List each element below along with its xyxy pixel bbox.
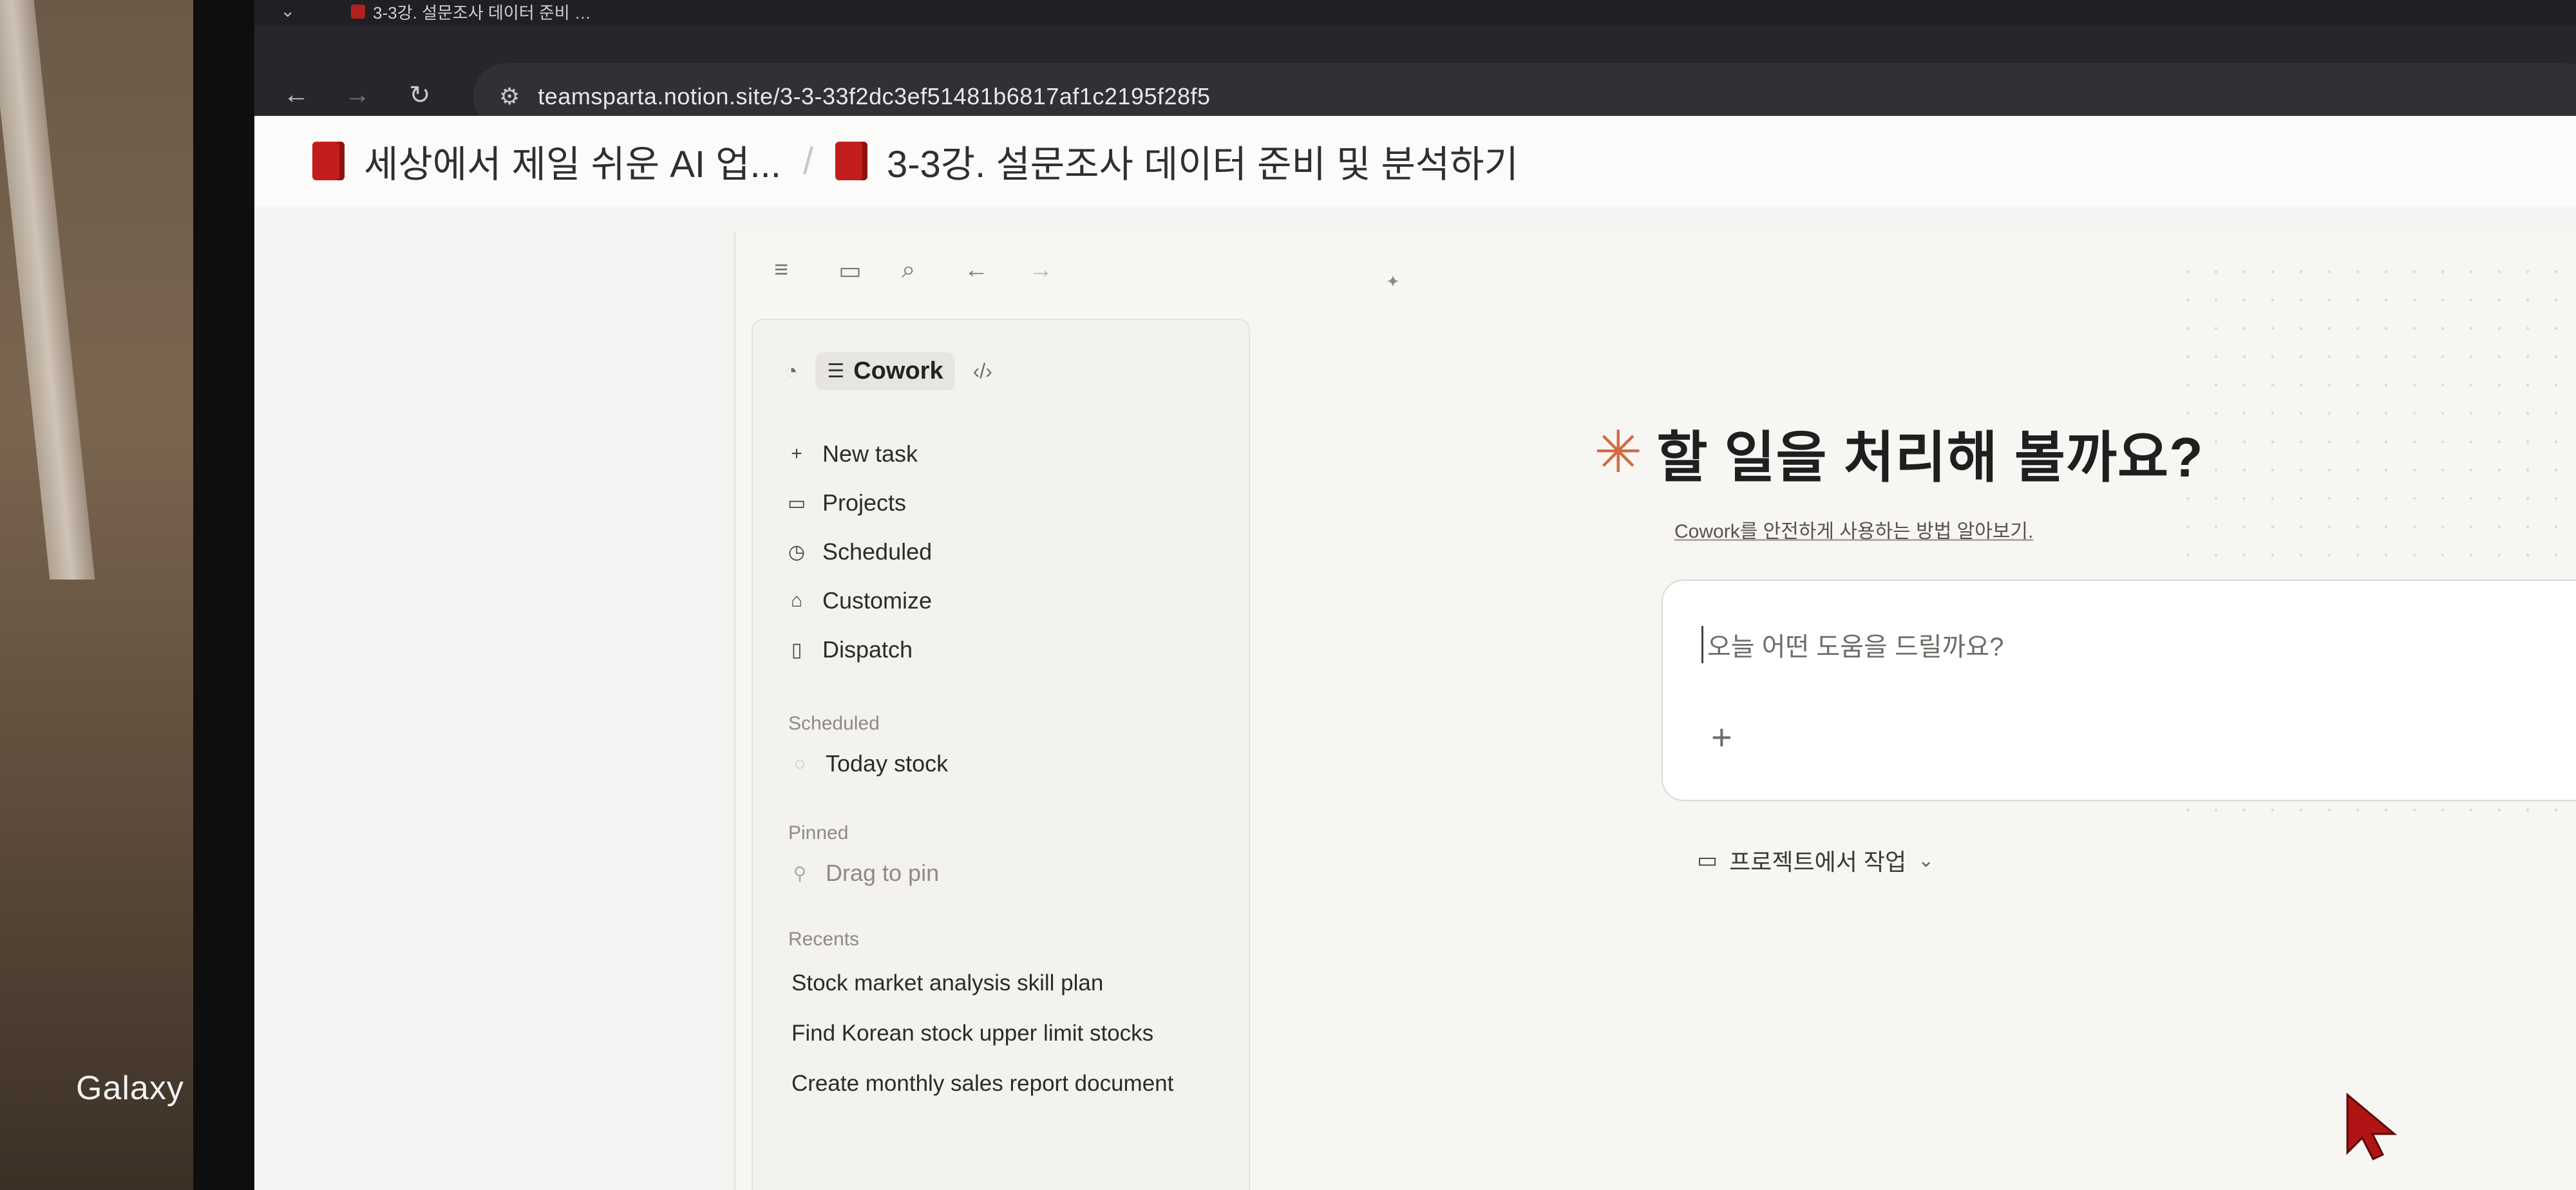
folder-icon: ▭ <box>1697 848 1718 873</box>
sidebar-item-label: New task <box>822 440 918 467</box>
breadcrumb-separator: / <box>802 140 813 182</box>
sidebar-item-scheduled[interactable]: ◷ Scheduled <box>785 527 932 576</box>
mode-switcher: ◔ ☰ Cowork ‹/› <box>785 352 992 390</box>
recent-item[interactable]: Stock market analysis skill plan <box>791 970 1103 996</box>
back-arrow-icon[interactable]: ← <box>964 256 989 284</box>
book-icon <box>835 142 867 180</box>
sidebar-item-label: Scheduled <box>822 538 933 565</box>
tune-icon[interactable]: ⚙ <box>499 83 520 110</box>
sidebar-item-label: Customize <box>822 587 933 614</box>
tab-title: 3-3강. 설문조사 데이터 준비 … <box>373 3 591 23</box>
background-object <box>0 0 95 580</box>
reload-icon[interactable]: ↻ <box>409 80 431 110</box>
cowork-mode-button[interactable]: ☰ Cowork <box>815 352 955 390</box>
recent-item[interactable]: Create monthly sales report document <box>791 1071 1173 1097</box>
search-icon[interactable]: ⌕ <box>902 256 915 284</box>
tab-list-chevron-icon[interactable]: ⌄ <box>280 0 295 21</box>
scheduled-item-label: Today stock <box>826 750 949 777</box>
folder-icon: ▭ <box>787 492 806 514</box>
page-title: 할 일을 처리해 볼까요? <box>1656 427 2204 489</box>
browser-tabstrip: ⌄ 3-3강. 설문조사 데이터 준비 … <box>254 0 2576 26</box>
checklist-icon: ☰ <box>827 361 845 382</box>
section-label-pinned: Pinned <box>788 822 849 844</box>
forward-arrow-icon[interactable]: → <box>345 80 370 109</box>
back-arrow-icon[interactable]: ← <box>283 80 309 109</box>
add-attachment-icon[interactable]: + <box>1711 716 1732 758</box>
pin-icon: ⚲ <box>793 863 807 883</box>
cowork-mode-label: Cowork <box>853 357 943 384</box>
project-selector-label: 프로젝트에서 작업 <box>1729 849 1907 875</box>
monitor-screen: ⌄ 3-3강. 설문조사 데이터 준비 … ← → ↻ ⚙ teamsparta… <box>254 0 2576 1190</box>
book-icon <box>312 142 345 180</box>
sidebar-item-label: Dispatch <box>822 636 913 663</box>
task-composer[interactable]: 오늘 어떤 도움을 드릴까요? + <box>1662 580 2576 801</box>
hamburger-menu-icon[interactable]: ≡ <box>774 256 788 284</box>
browser-toolbar: ← → ↻ ⚙ teamsparta.notion.site/3-3-33f2d… <box>254 26 2576 130</box>
briefcase-icon: ⌂ <box>790 590 803 611</box>
pinned-placeholder-label: Drag to pin <box>826 860 940 886</box>
sidebar-item-projects[interactable]: ▭ Projects <box>785 478 932 527</box>
address-url[interactable]: teamsparta.notion.site/3-3-33f2dc3ef5148… <box>538 83 1210 110</box>
section-label-scheduled: Scheduled <box>788 713 880 734</box>
breadcrumb-current[interactable]: 3-3강. 설문조사 데이터 준비 및 분석하기 <box>835 134 1519 188</box>
phone-icon: ▯ <box>791 639 802 661</box>
sidebar-item-dispatch[interactable]: ▯ Dispatch <box>785 625 932 674</box>
chat-icon[interactable]: ◔ <box>785 359 797 383</box>
composer-input[interactable]: 오늘 어떤 도움을 드릴까요? <box>1701 626 2003 663</box>
mouse-cursor-icon <box>2344 1091 2402 1166</box>
scheduled-item[interactable]: ◌ Today stock <box>788 750 948 777</box>
sidebar-menu: + New task ▭ Projects ◷ Scheduled ⌂ Cust… <box>785 430 932 674</box>
hero-heading: ✳ 할 일을 처리해 볼까요? <box>1594 412 2204 493</box>
sidebar-item-label: Projects <box>822 489 907 516</box>
breadcrumb-parent[interactable]: 세상에서 제일 쉬운 AI 업... <box>312 134 781 188</box>
tab-favicon-icon <box>351 5 365 19</box>
notion-topbar: 세상에서 제일 쉬운 AI 업... / 3-3강. 설문조사 데이터 준비 및… <box>254 116 2576 207</box>
sidebar-item-new-task[interactable]: + New task <box>785 430 932 478</box>
breadcrumb-current-label: 3-3강. 설문조사 데이터 준비 및 분석하기 <box>886 144 1519 185</box>
chevron-down-icon: ⌄ <box>1918 849 1935 871</box>
code-icon[interactable]: ‹/› <box>973 359 992 383</box>
browser-tab[interactable]: 3-3강. 설문조사 데이터 준비 … <box>351 0 591 23</box>
clock-icon: ◷ <box>788 541 806 563</box>
drag-handle-icon: ✦ <box>1386 272 1400 291</box>
background-room <box>0 0 213 1190</box>
section-label-recents: Recents <box>788 929 860 950</box>
sparkle-icon: ✳ <box>1594 420 1643 485</box>
plus-icon: + <box>791 443 802 464</box>
spinner-icon: ◌ <box>794 753 806 773</box>
sidebar-item-customize[interactable]: ⌂ Customize <box>785 576 932 625</box>
breadcrumb-parent-label: 세상에서 제일 쉬운 AI 업... <box>364 144 781 185</box>
forward-arrow-icon[interactable]: → <box>1028 256 1053 284</box>
recent-item[interactable]: Find Korean stock upper limit stocks <box>791 1021 1153 1046</box>
project-selector[interactable]: ▭ 프로젝트에서 작업 ⌄ <box>1697 844 1934 877</box>
sidebar: ◔ ☰ Cowork ‹/› + New task ▭ Projects ◷ S… <box>752 319 1250 1190</box>
pinned-placeholder: ⚲ Drag to pin <box>788 860 939 887</box>
sidebar-toggle-icon[interactable]: ▭ <box>838 256 862 285</box>
safety-help-link[interactable]: Cowork를 안전하게 사용하는 방법 알아보기. <box>1674 515 2033 543</box>
